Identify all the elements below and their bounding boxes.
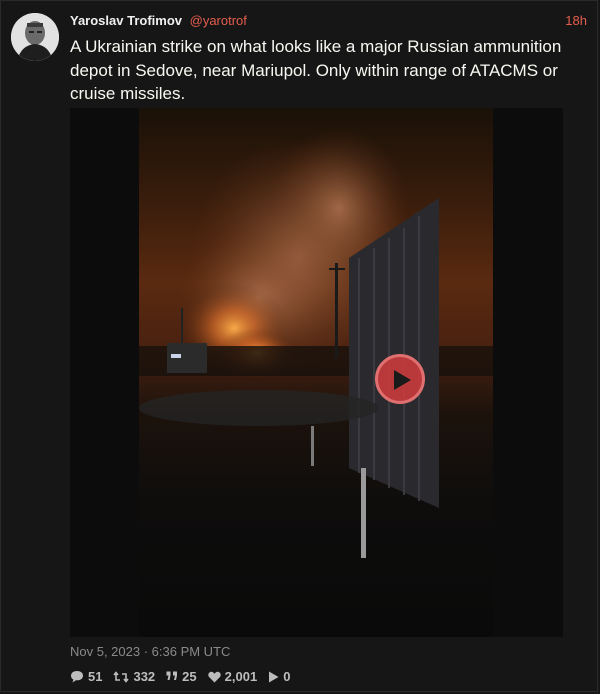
- replies-count: 51: [88, 669, 103, 684]
- replies-stat[interactable]: 51: [70, 669, 102, 684]
- quote-icon: [166, 671, 178, 680]
- likes-count: 2,001: [224, 669, 258, 684]
- author-fullname[interactable]: Yaroslav Trofimov: [70, 13, 182, 28]
- likes-stat[interactable]: 2,001: [207, 669, 258, 684]
- tweet-card: Yaroslav Trofimov @yarotrof 18h A Ukrain…: [0, 0, 598, 692]
- author-username[interactable]: @yarotrof: [190, 13, 247, 28]
- retweets-count: 332: [133, 669, 156, 684]
- tweet-date-link[interactable]: 18h: [565, 13, 587, 28]
- play-icon: [394, 370, 411, 390]
- video-frame[interactable]: [139, 108, 493, 637]
- avatar[interactable]: [11, 13, 59, 61]
- tweet-text: A Ukrainian strike on what looks like a …: [70, 37, 562, 103]
- profile-photo-icon: [11, 13, 59, 61]
- retweets-stat[interactable]: 332: [113, 669, 155, 684]
- quotes-count: 25: [182, 669, 197, 684]
- comment-icon: [71, 671, 83, 683]
- plays-stat[interactable]: 0: [268, 669, 290, 684]
- heart-icon: [207, 671, 221, 682]
- quotes-stat[interactable]: 25: [166, 669, 197, 684]
- published-date[interactable]: Nov 5, 2023 · 6:36 PM UTC: [70, 644, 230, 659]
- play-small-icon: [269, 671, 279, 682]
- tweet-stats: 51 332 25 2,001 0: [70, 669, 290, 684]
- video-container[interactable]: [70, 108, 563, 637]
- tweet-header: Yaroslav Trofimov @yarotrof 18h: [70, 13, 587, 31]
- video-thumbnail-image: [139, 128, 493, 558]
- play-button[interactable]: [375, 354, 425, 404]
- retweet-icon: [113, 670, 130, 683]
- plays-count: 0: [283, 669, 291, 684]
